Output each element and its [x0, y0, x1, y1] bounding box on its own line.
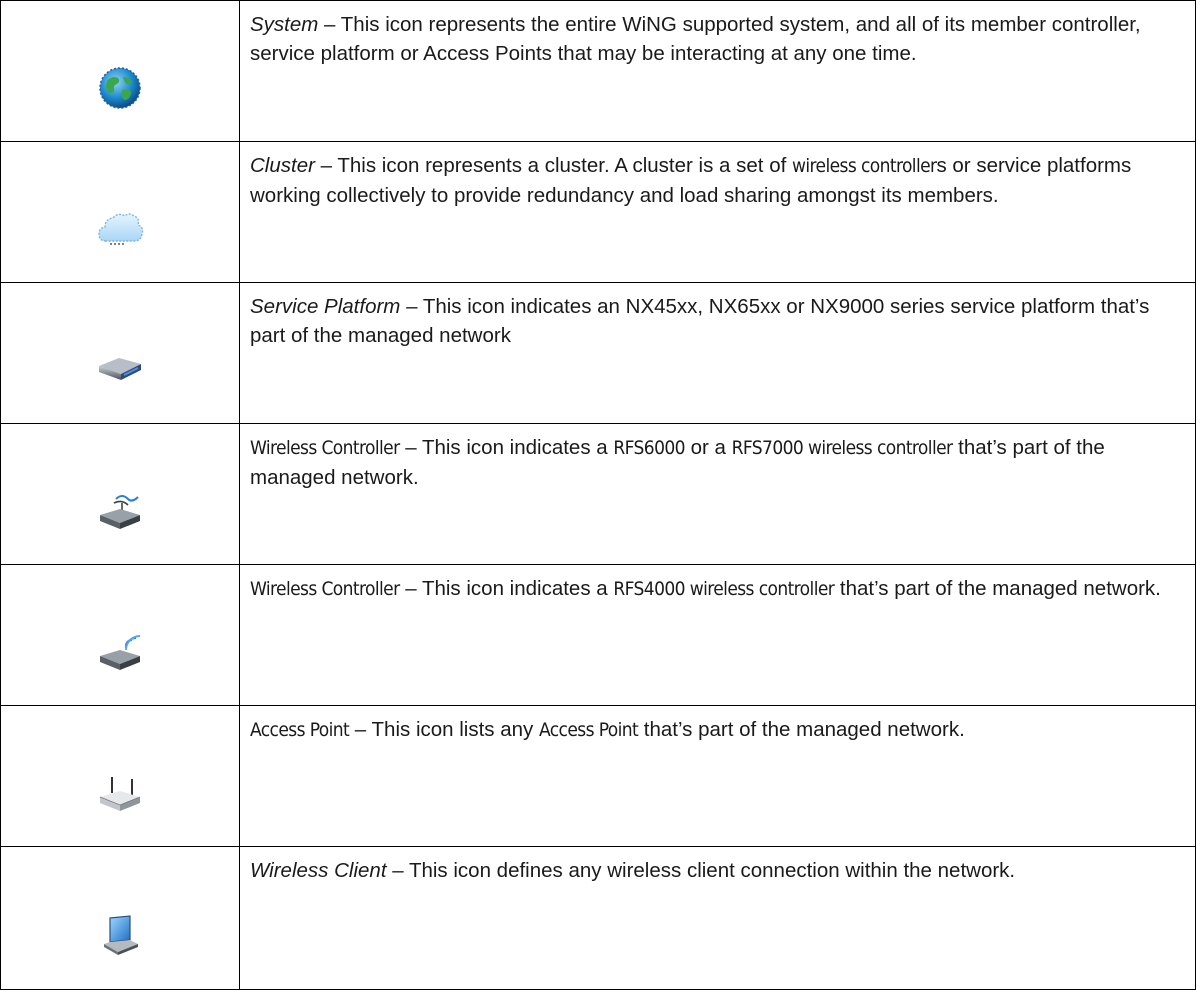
laptop-icon [95, 913, 145, 957]
table-row: Access Point – This icon lists any Acces… [0, 705, 1196, 847]
description-text: that’s part of the managed network. [834, 577, 1161, 600]
description-cell: Cluster – This icon represents a cluster… [239, 141, 1196, 283]
description-text: – This icon indicates a [399, 436, 614, 459]
description-text: that’s part of the managed network. [638, 718, 965, 741]
cloud-icon [95, 207, 145, 251]
icon-cell [0, 0, 240, 142]
description-cell: Access Point – This icon lists any Acces… [239, 705, 1196, 847]
term-label: System [250, 13, 319, 36]
service-platform-icon [95, 348, 145, 392]
icon-legend-table: System – This icon represents the entire… [0, 0, 1196, 990]
description-text: RFS7000 wireless controller [731, 437, 953, 459]
icon-cell [0, 846, 240, 990]
description-cell: Service Platform – This icon indicates a… [239, 282, 1196, 424]
description-text: wireless controller [791, 155, 937, 177]
access-point-icon [95, 771, 145, 815]
icon-cell [0, 423, 240, 565]
term-label: Cluster [250, 154, 315, 177]
description-text: – This icon represents a cluster. A clus… [314, 154, 792, 177]
wireless-controller-antenna-icon [95, 489, 145, 533]
description-text: RFS4000 wireless controller [613, 578, 835, 600]
table-row: Wireless Controller – This icon indicate… [0, 423, 1196, 565]
term-label: Wireless Controller [250, 437, 400, 459]
description-cell: Wireless Client – This icon defines any … [239, 846, 1196, 990]
description-text: RFS6000 [613, 437, 685, 459]
table-row: System – This icon represents the entire… [0, 0, 1196, 142]
icon-cell [0, 141, 240, 283]
description-cell: System – This icon represents the entire… [239, 0, 1196, 142]
term-label: Service Platform [250, 295, 401, 318]
icon-cell [0, 705, 240, 847]
table-row: Cluster – This icon represents a cluster… [0, 141, 1196, 283]
description-cell: Wireless Controller – This icon indicate… [239, 564, 1196, 706]
term-label: Wireless Client [250, 859, 387, 882]
description-cell: Wireless Controller – This icon indicate… [239, 423, 1196, 565]
table-row: Wireless Client – This icon defines any … [0, 846, 1196, 990]
description-text: or a [684, 436, 732, 459]
globe-icon [95, 66, 145, 110]
description-text: – This icon defines any wireless client … [386, 859, 1016, 882]
wireless-controller-wifi-icon [95, 630, 145, 674]
description-text: – This icon indicates a [399, 577, 614, 600]
table-row: Wireless Controller – This icon indicate… [0, 564, 1196, 706]
icon-cell [0, 282, 240, 424]
term-label: Wireless Controller [250, 578, 400, 600]
description-text: – This icon lists any [349, 718, 539, 741]
table-row: Service Platform – This icon indicates a… [0, 282, 1196, 424]
description-text: – This icon represents the entire WiNG s… [250, 13, 1141, 65]
icon-cell [0, 564, 240, 706]
description-text: Access Point [539, 719, 639, 741]
term-label: Access Point [250, 719, 350, 741]
